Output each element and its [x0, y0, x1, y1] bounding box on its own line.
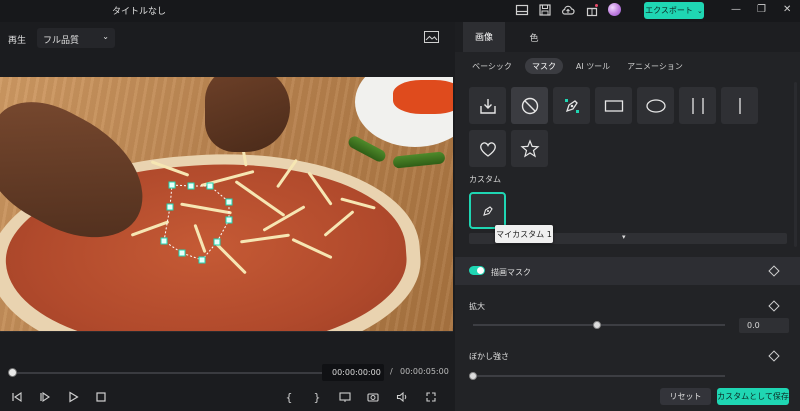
pen-icon	[482, 205, 493, 216]
volume-icon[interactable]	[395, 390, 409, 404]
gift-icon[interactable]	[585, 3, 599, 17]
scale-label: 拡大	[469, 302, 485, 311]
blur-slider-handle[interactable]	[469, 372, 477, 380]
import-mask-icon[interactable]	[469, 87, 506, 124]
mark-in-icon[interactable]: {	[282, 390, 296, 404]
video-preview[interactable]	[0, 77, 453, 331]
snapshot-icon[interactable]	[366, 390, 380, 404]
heart-icon[interactable]	[469, 130, 506, 167]
custom-mask-card[interactable]	[469, 192, 506, 229]
keyframe-icon[interactable]	[768, 350, 780, 362]
mark-out-icon[interactable]: }	[310, 390, 324, 404]
chevron-down-icon: ▾	[622, 233, 626, 241]
panel-scrollbar[interactable]	[794, 82, 797, 247]
step-back-icon[interactable]	[10, 390, 24, 404]
blur-label: ぼかし強さ	[469, 352, 509, 361]
chevron-down-icon: ⌄	[102, 32, 109, 41]
layout-icon[interactable]	[515, 3, 529, 17]
minimize-icon[interactable]: —	[731, 4, 741, 16]
play-icon[interactable]	[66, 390, 80, 404]
quality-dropdown[interactable]: フル品質 ⌄	[37, 28, 115, 48]
playback-mode-label: 再生	[8, 36, 27, 46]
pen-icon[interactable]	[553, 87, 590, 124]
current-timecode[interactable]: 00:00:00:00	[322, 364, 384, 381]
scale-value-input[interactable]: 0.0	[739, 318, 789, 333]
restore-icon[interactable]: ❐	[757, 4, 766, 16]
playhead-handle[interactable]	[8, 368, 17, 377]
tab-image[interactable]: 画像	[463, 22, 505, 52]
draw-mask-overlay[interactable]	[0, 77, 453, 331]
stop-icon[interactable]	[94, 390, 108, 404]
play-step-icon[interactable]	[38, 390, 52, 404]
draw-mask-label: 描画マスク	[491, 268, 531, 277]
export-button[interactable]: エクスポート ⌄	[644, 2, 704, 19]
fullscreen-icon[interactable]	[424, 390, 438, 404]
window-title: タイトルなし	[112, 7, 167, 17]
display-icon[interactable]	[338, 390, 352, 404]
timecode-separator: /	[390, 367, 393, 376]
star-icon[interactable]	[511, 130, 548, 167]
save-icon[interactable]	[538, 3, 552, 17]
total-timecode: 00:00:05:00	[400, 367, 449, 376]
avatar[interactable]	[608, 3, 621, 16]
save-as-custom-button[interactable]: カスタムとして保存	[717, 388, 789, 405]
quality-value: フル品質	[43, 36, 80, 46]
scale-slider-handle[interactable]	[593, 321, 601, 329]
custom-section-label: カスタム	[469, 175, 501, 184]
rectangle-icon[interactable]	[595, 87, 632, 124]
timeline-scrubber[interactable]	[12, 372, 322, 374]
preview-panel: 再生 フル品質 ⌄ 00:00:00:00 / 00:00:05:00 {}	[0, 22, 453, 411]
property-panel: 画像 色 ベーシック マスク AI ツール アニメーション カスタム ▾ マイカ…	[455, 22, 800, 411]
mask-subtabs: ベーシック マスク AI ツール アニメーション	[455, 52, 800, 80]
export-label: エクスポート	[645, 6, 693, 15]
divider	[0, 331, 453, 332]
tab-color[interactable]: 色	[513, 22, 555, 52]
keyframe-icon[interactable]	[768, 300, 780, 312]
chevron-down-icon: ⌄	[696, 6, 703, 15]
subtab-animation[interactable]: アニメーション	[625, 58, 685, 74]
panel-tabs: 画像 色	[455, 22, 800, 52]
preview-header: 再生 フル品質 ⌄	[0, 22, 453, 56]
image-icon[interactable]	[424, 31, 439, 43]
close-icon[interactable]: ✕	[783, 4, 791, 16]
custom-mask-tooltip: マイカスタム 1	[495, 225, 553, 243]
ellipse-icon[interactable]	[637, 87, 674, 124]
subtab-mask[interactable]: マスク	[525, 58, 563, 74]
blur-slider[interactable]	[473, 375, 725, 377]
reset-button[interactable]: リセット	[660, 388, 711, 405]
draw-mask-toggle[interactable]	[469, 266, 485, 275]
none-icon[interactable]	[511, 87, 548, 124]
double-line-icon[interactable]	[679, 87, 716, 124]
cloud-upload-icon[interactable]	[561, 3, 575, 17]
title-bar: タイトルなし エクスポート ⌄ — ❐ ✕	[0, 0, 800, 22]
subtab-ai-tools[interactable]: AI ツール	[572, 58, 614, 74]
subtab-basic[interactable]: ベーシック	[469, 58, 515, 74]
single-line-icon[interactable]	[721, 87, 758, 124]
